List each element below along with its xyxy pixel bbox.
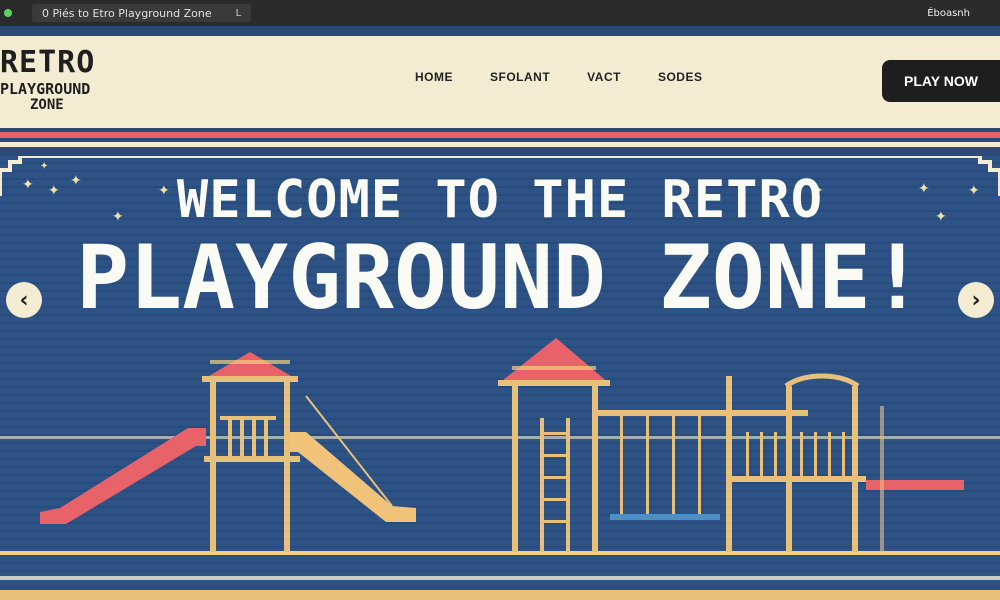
chevron-right-icon[interactable]: › — [958, 282, 994, 318]
logo-line-zone: ZONE — [30, 97, 64, 113]
header-stripes — [0, 120, 1000, 156]
logo-line-playground: PLAYGROUND — [0, 80, 91, 98]
main-nav: HOME SFOLANT VACT SODES — [400, 70, 702, 84]
nav-item-home[interactable]: HOME — [415, 70, 453, 84]
hero-title-line2: PLAYGROUND ZONE! — [76, 226, 924, 329]
hero-title-line1: WELCOME TO THE RETRO — [176, 170, 824, 230]
site-logo[interactable]: RETRO PLAYGROUND ZONE — [0, 42, 170, 113]
account-name[interactable]: Éboasnh — [927, 8, 970, 19]
play-now-button[interactable]: PLAY NOW — [882, 60, 1000, 102]
tab-title: 0 Piés to Etro Playground Zone — [42, 6, 212, 20]
browser-titlebar: 0 Piés to Etro Playground Zone L Éboasnh — [0, 0, 1000, 26]
window-status-icon — [4, 9, 12, 17]
nav-item-sodes[interactable]: SODES — [658, 70, 703, 84]
sparkle-icon: ✦ — [40, 161, 49, 172]
hero-banner: ✦ ✦ ✦ ✦ ✦ ✦ ✦ ✦ ✦ ✦ WELCOME TO THE RETRO… — [0, 156, 1000, 600]
logo-line-retro: RETRO — [0, 45, 96, 80]
nav-item-vact[interactable]: VACT — [587, 70, 621, 84]
nav-item-sfolant[interactable]: SFOLANT — [490, 70, 550, 84]
chevron-left-icon[interactable]: ‹ — [6, 282, 42, 318]
tab-close-icon[interactable]: L — [236, 8, 242, 19]
site-header: RETRO PLAYGROUND ZONE HOME SFOLANT VACT … — [0, 26, 1000, 120]
browser-tab[interactable]: 0 Piés to Etro Playground Zone L — [32, 4, 252, 22]
playground-illustration — [40, 338, 964, 552]
